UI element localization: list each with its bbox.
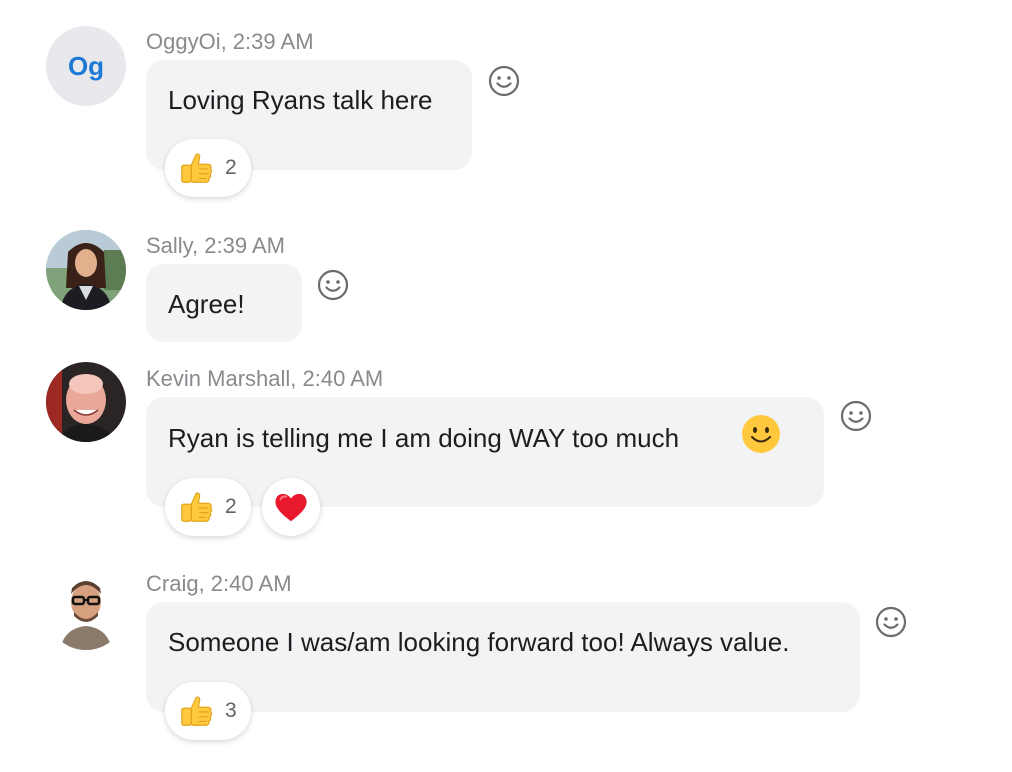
avatar[interactable]: [46, 362, 126, 442]
message-bubble: Agree!: [146, 264, 302, 342]
add-reaction-icon[interactable]: [316, 268, 350, 302]
smiley-icon: [741, 414, 781, 454]
message-text: Someone I was/am looking forward too! Al…: [168, 627, 790, 657]
message-author-time: Sally, 2:39 AM: [146, 233, 285, 258]
avatar[interactable]: [46, 570, 126, 650]
reaction-thumbs-up[interactable]: 2: [165, 139, 251, 197]
add-reaction-icon[interactable]: [839, 399, 873, 433]
message-bubble: Someone I was/am looking forward too! Al…: [146, 602, 860, 712]
heart-icon: [272, 488, 310, 526]
avatar-photo: [46, 570, 126, 650]
avatar-photo: [46, 230, 126, 310]
avatar[interactable]: Og: [46, 26, 126, 106]
reaction-count: 2: [225, 156, 237, 179]
message-author-time: Craig, 2:40 AM: [146, 571, 292, 596]
add-reaction-icon[interactable]: [874, 605, 908, 639]
thumbs-up-icon: [177, 149, 215, 187]
avatar-initials: Og: [67, 50, 105, 81]
reaction-count: 2: [225, 495, 237, 518]
message-author-time: Kevin Marshall, 2:40 AM: [146, 366, 384, 391]
reaction-thumbs-up[interactable]: 3: [165, 682, 251, 740]
reaction-thumbs-up[interactable]: 2: [165, 478, 251, 536]
avatar[interactable]: [46, 230, 126, 310]
reaction-count: 3: [225, 699, 237, 722]
add-reaction-icon[interactable]: [487, 64, 521, 98]
thumbs-up-icon: [177, 488, 215, 526]
thumbs-up-icon: [177, 692, 215, 730]
message-author-time: OggyOi, 2:39 AM: [146, 29, 314, 54]
avatar-photo: [46, 362, 126, 442]
reaction-heart[interactable]: [262, 478, 320, 536]
message-bubble: Ryan is telling me I am doing WAY too mu…: [146, 397, 824, 507]
message-text: Agree!: [168, 289, 245, 319]
message-text: Loving Ryans talk here: [168, 85, 433, 115]
message-text: Ryan is telling me I am doing WAY too mu…: [168, 423, 680, 453]
